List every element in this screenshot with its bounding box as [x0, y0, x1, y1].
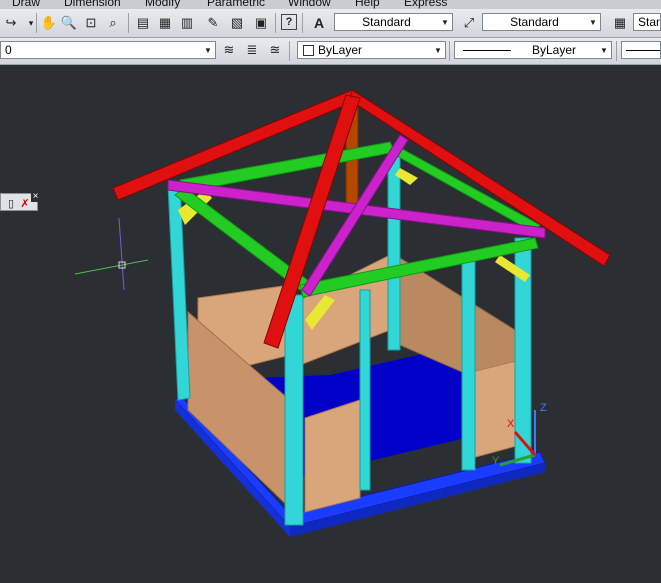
post-front-corner	[284, 294, 304, 526]
zoom-previous-icon[interactable]: ⌕	[104, 14, 122, 32]
layer-select[interactable]: 0 ▼	[0, 41, 216, 59]
table-style-select[interactable]: Stan	[633, 13, 661, 31]
text-style-select[interactable]: Standard ▼	[334, 13, 453, 31]
zoom-realtime-icon[interactable]: 🔍	[60, 14, 78, 32]
drawing-viewport[interactable]: Z Y X	[0, 65, 661, 583]
chevron-down-icon: ▼	[204, 45, 212, 55]
text-style-value: Standard	[362, 15, 411, 29]
dim-style-value: Standard	[510, 15, 559, 29]
wall-panel-front-left	[304, 399, 361, 513]
menu-modify[interactable]: Modify	[145, 0, 180, 9]
menu-dimension[interactable]: Dimension	[64, 0, 121, 9]
layer-previous-icon[interactable]: ≣	[243, 41, 261, 59]
chevron-down-icon: ▼	[441, 17, 449, 27]
menu-window[interactable]: Window	[288, 0, 331, 9]
ucs-y-label: Y	[492, 455, 500, 467]
ucs-z-label: Z	[540, 402, 547, 414]
linetype-select[interactable]: ByLayer ▼	[454, 41, 612, 59]
help-icon[interactable]: ?	[281, 14, 297, 30]
zoom-window-icon[interactable]: ⊡	[82, 14, 100, 32]
menu-parametric[interactable]: Parametric	[207, 0, 265, 9]
table-style-icon[interactable]: ▦	[611, 14, 629, 32]
linetype-sample	[463, 49, 511, 51]
wall-panel-front-right	[471, 359, 521, 459]
design-center-icon[interactable]: ▦	[156, 14, 174, 32]
redo-icon[interactable]: ↪	[2, 14, 20, 32]
lineweight-sample	[626, 49, 660, 51]
ucs-x-label: X	[507, 418, 515, 430]
calculator-icon[interactable]: ▣	[252, 14, 270, 32]
layer-make-current-icon[interactable]: ≋	[220, 41, 238, 59]
menu-bar: Draw Dimension Modify Parametric Window …	[0, 0, 661, 9]
layer-value: 0	[5, 43, 12, 57]
dim-style-icon[interactable]: ⤢	[460, 14, 478, 32]
pan-icon[interactable]: ✋	[40, 14, 58, 32]
menu-help[interactable]: Help	[355, 0, 380, 9]
post-middle-right	[461, 254, 476, 471]
chevron-down-icon: ▼	[600, 45, 608, 55]
color-select[interactable]: ByLayer ▼	[297, 41, 446, 59]
chevron-down-icon: ▼	[589, 17, 597, 27]
sheet-set-icon[interactable]: ▧	[228, 14, 246, 32]
dim-style-select[interactable]: Standard ▼	[482, 13, 601, 31]
linetype-value: ByLayer	[531, 43, 577, 57]
markup-icon[interactable]: ✎	[204, 14, 222, 32]
chevron-down-icon: ▼	[434, 45, 442, 55]
post-back-middle	[359, 289, 371, 491]
crosshair-cursor	[74, 217, 149, 291]
layers-properties-toolbar: 0 ▼ ≋ ≣ ≊ ByLayer ▼ ByLayer ▼	[0, 38, 661, 65]
palette-close-icon[interactable]: ×	[31, 191, 40, 202]
standard-toolbar: ↪ ▾ ✋ 🔍 ⊡ ⌕ ▤ ▦ ▥ ✎ ▧ ▣ ? A Standard ▼ ⤢…	[0, 9, 661, 38]
floating-palette[interactable]: ▯ ✗ ×	[0, 191, 40, 211]
redo-dropdown-icon[interactable]: ▾	[22, 14, 40, 32]
lineweight-select[interactable]	[621, 41, 661, 59]
properties-icon[interactable]: ▤	[134, 14, 152, 32]
menu-draw[interactable]: Draw	[12, 0, 40, 9]
menu-express[interactable]: Express	[404, 0, 447, 9]
table-style-value: Stan	[638, 15, 660, 29]
color-swatch	[303, 44, 314, 56]
text-style-icon[interactable]: A	[310, 14, 328, 32]
model-svg: Z Y X	[74, 89, 611, 537]
post-back-left	[387, 149, 401, 351]
tool-palettes-icon[interactable]: ▥	[178, 14, 196, 32]
color-value: ByLayer	[318, 43, 363, 57]
layer-states-icon[interactable]: ≊	[266, 41, 284, 59]
